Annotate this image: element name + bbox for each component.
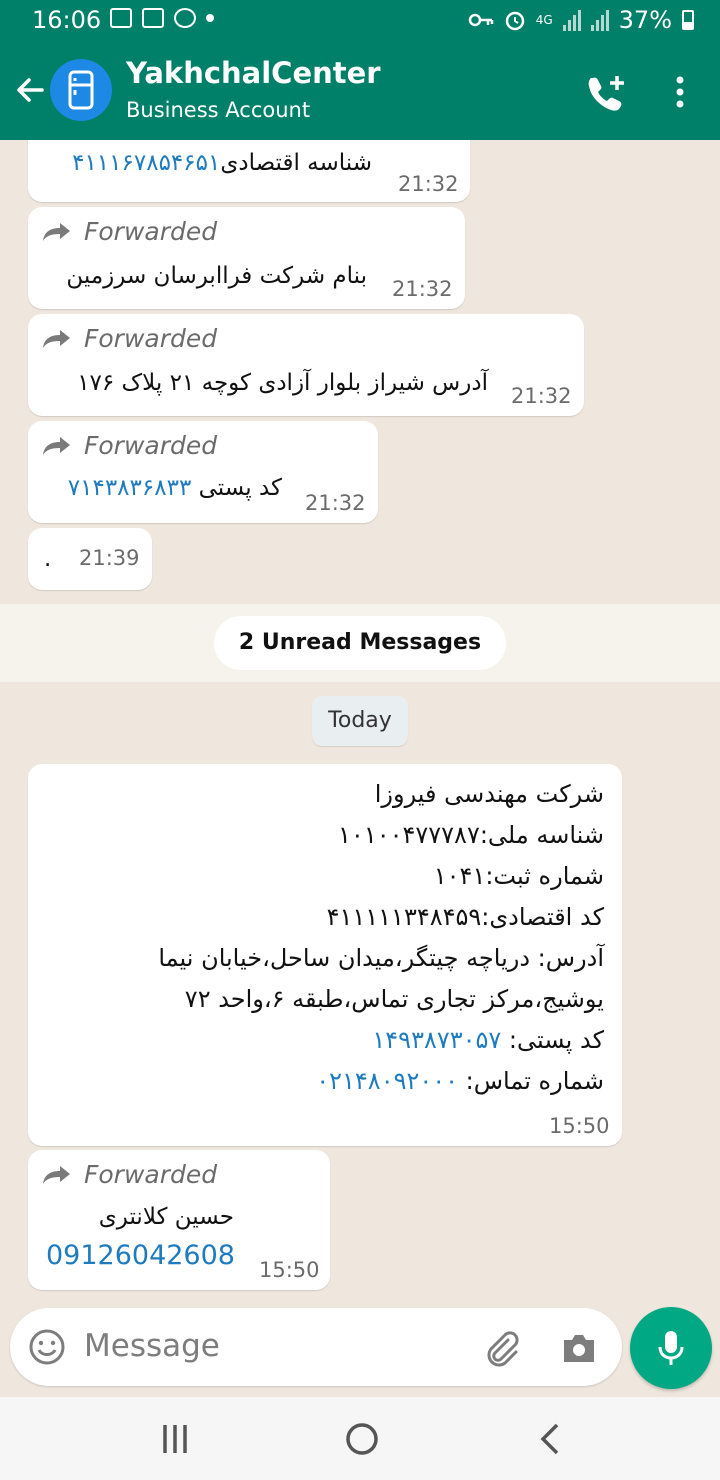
mic-button[interactable] [630,1307,712,1389]
message-time: 21:32 [392,277,453,301]
signal-icon [562,9,581,31]
message-time: 21:39 [79,546,140,570]
postal-label: کد پستی: [501,1026,604,1054]
message-bubble[interactable]: Forwarded بنام شرکت فراابرسان سرزمین 21:… [28,207,465,309]
recent-apps-icon[interactable] [160,1423,190,1455]
contact-subtitle[interactable]: Business Account [126,98,310,122]
message-time: 15:50 [259,1258,320,1282]
nav-back-icon[interactable] [538,1422,562,1456]
forwarded-text: Forwarded [84,1160,218,1189]
message-text: . [44,546,52,572]
phone-label: شماره تماس: [458,1067,604,1095]
postal-line: کد پستی: ۱۴۹۳۸۷۳۰۵۷ [44,1020,604,1061]
message-bubble[interactable]: Forwarded آدرس شیراز بلوار آزادی کوچه ۲۱… [28,314,584,416]
info-line: شماره ثبت:۱۰۴۱ [433,862,604,890]
info-line: شرکت مهندسی فیروزا [374,780,604,808]
key-icon [468,13,493,27]
battery-percent: 37% [618,6,672,34]
attach-icon[interactable] [482,1328,522,1368]
network-type: 4G [535,13,553,27]
forwarded-label: Forwarded [42,217,217,246]
contact-name[interactable]: YakhchalCenter [126,56,381,90]
more-vert-icon[interactable] [668,74,692,110]
forwarded-text: Forwarded [84,431,218,460]
more-notifications-icon [206,14,214,22]
chat-header: YakhchalCenter Business Account [0,42,720,140]
avatar[interactable] [50,59,112,121]
message-bubble[interactable]: . 21:39 [28,528,152,590]
alarm-icon [505,11,524,31]
calendar-icon [142,8,164,28]
phone-number-link[interactable]: ۰۲۱۴۸۰۹۲۰۰۰ [316,1067,458,1095]
system-nav-bar [0,1397,720,1480]
postal-code-number[interactable]: ۷۱۴۳۸۳۶۸۳۳ [68,475,192,501]
economic-code-number[interactable]: ۴۱۱۱۶۷۸۵۴۶۵۱ [72,150,220,176]
message-time: 21:32 [511,384,572,408]
signal-icon-2 [590,9,609,31]
message-text: کد پستی ۷۱۴۳۸۳۶۸۳۳ [68,475,282,501]
chat-area[interactable]: شناسه اقتصادی۴۱۱۱۶۷۸۵۴۶۵۱ 21:32 Forwarde… [0,140,720,1305]
forwarded-label: Forwarded [42,324,217,353]
forwarded-text: Forwarded [84,324,218,353]
message-input-placeholder[interactable]: Message [84,1328,220,1364]
home-icon[interactable] [345,1422,379,1456]
message-time: 15:50 [549,1114,610,1138]
unread-banner: 2 Unread Messages [0,604,720,682]
phone-line: شماره تماس: ۰۲۱۴۸۰۹۲۰۰۰ [44,1061,604,1102]
composer: Message [0,1305,720,1397]
message-text: بنام شرکت فراابرسان سرزمین [66,263,367,289]
phone-number-link[interactable]: 09126042608 [46,1240,235,1271]
forwarded-text: Forwarded [84,217,218,246]
system-icons: 4G 37% [468,6,694,34]
message-text: آدرس شیراز بلوار آزادی کوچه ۲۱ پلاک ۱۷۶ [77,370,488,396]
notification-icons [110,8,214,28]
forwarded-label: Forwarded [42,431,217,460]
message-bubble[interactable]: شناسه اقتصادی۴۱۱۱۶۷۸۵۴۶۵۱ 21:32 [28,140,470,202]
message-text: شناسه اقتصادی۴۱۱۱۶۷۸۵۴۶۵۱ [72,150,372,176]
gallery-icon [110,8,132,28]
forward-icon [43,329,70,348]
mic-icon [658,1331,684,1365]
add-call-icon[interactable] [585,72,629,112]
info-line: کد اقتصادی:۴۱۱۱۱۱۳۴۸۴۵۹ [326,903,604,931]
camera-icon[interactable] [560,1330,598,1366]
message-time: 21:32 [305,491,366,515]
emoji-icon[interactable] [28,1328,66,1366]
forward-icon [43,1165,70,1184]
back-arrow-icon[interactable] [12,72,48,108]
message-text-part: کد پستی [191,475,282,501]
info-line: شناسه ملی:۱۰۱۰۰۴۷۷۷۸۷ [338,821,604,849]
contact-name-text: حسین کلانتری [98,1204,234,1230]
company-info-text: شرکت مهندسی فیروزا شناسه ملی:۱۰۱۰۰۴۷۷۷۸۷… [44,774,604,1102]
forward-icon [43,436,70,455]
status-time: 16:06 [32,6,102,34]
refrigerator-avatar-icon [68,70,94,110]
message-input-box[interactable]: Message [10,1308,622,1386]
message-bubble[interactable]: Forwarded حسین کلانتری 09126042608 15:50 [28,1150,330,1290]
unread-count: 2 Unread Messages [214,616,506,670]
message-time: 21:32 [398,172,459,196]
message-text-part: شناسه اقتصادی [220,150,372,176]
status-bar: 16:06 4G 37% [0,0,720,42]
battery-icon [682,10,694,30]
forward-icon [43,222,70,241]
postal-code-link[interactable]: ۱۴۹۳۸۷۳۰۵۷ [372,1026,501,1054]
message-bubble[interactable]: Forwarded کد پستی ۷۱۴۳۸۳۶۸۳۳ 21:32 [28,421,378,523]
message-bubble[interactable]: شرکت مهندسی فیروزا شناسه ملی:۱۰۱۰۰۴۷۷۷۸۷… [28,764,622,1146]
app-notification-icon [174,8,196,28]
forwarded-label: Forwarded [42,1160,217,1189]
info-line: آدرس: دریاچه چیتگر،میدان ساحل،خیابان نیم… [158,944,604,972]
date-chip: Today [312,696,408,746]
info-line: یوشیج،مرکز تجاری تماس،طبقه ۶،واحد ۷۲ [184,985,604,1013]
